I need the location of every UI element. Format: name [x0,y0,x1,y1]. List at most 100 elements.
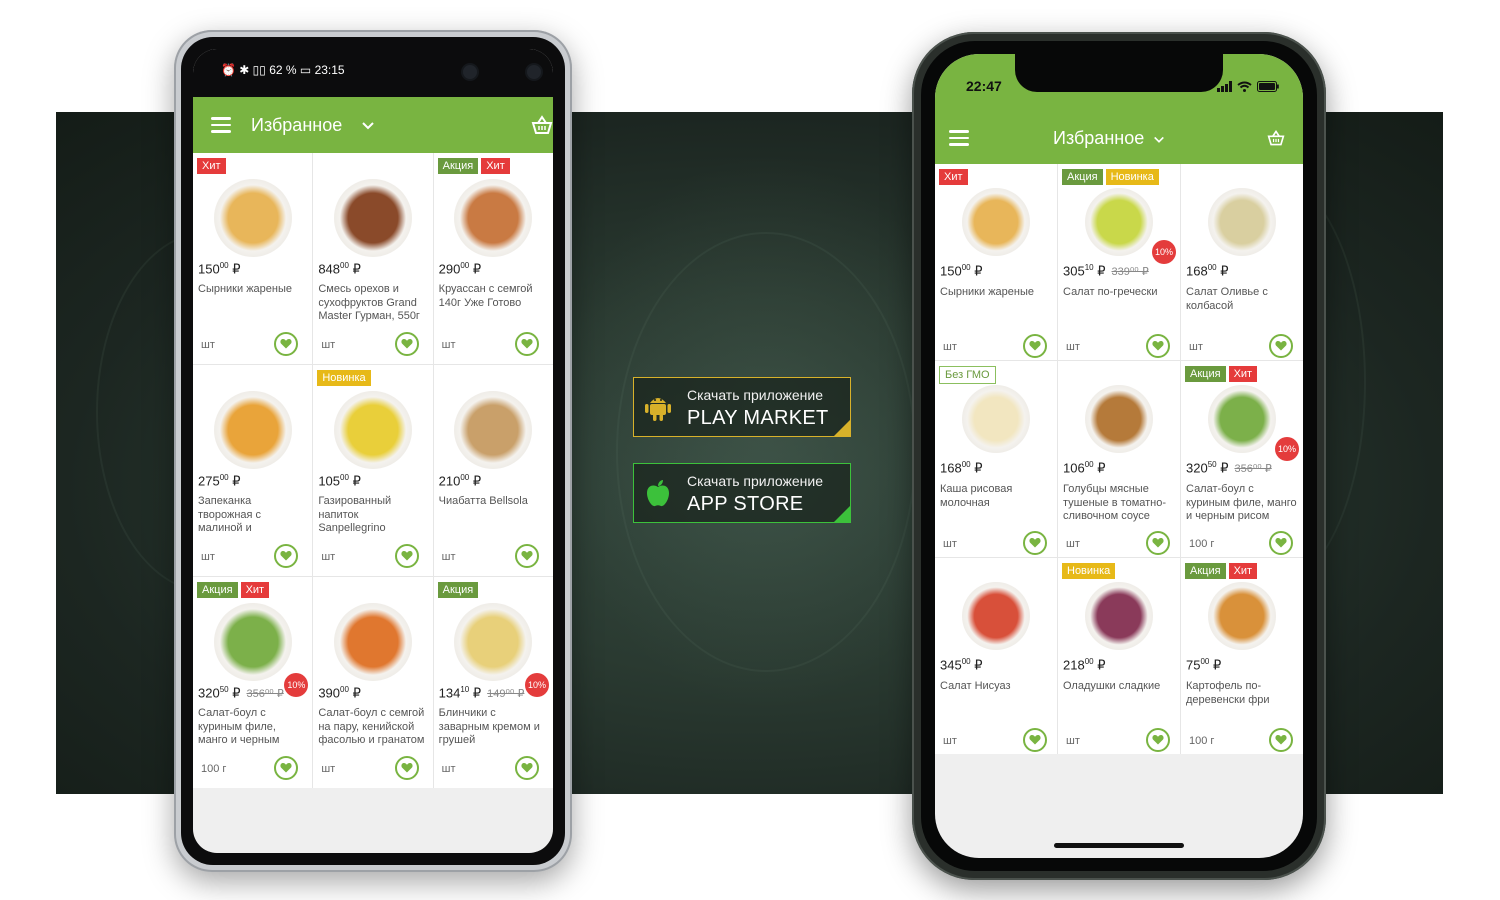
product-card[interactable]: Без ГМО 16800 ₽ Каша рисовая молочная шт [935,361,1057,557]
product-card[interactable]: Акция 10% 13410 ₽149⁰⁰ ₽ Блинчики с заварны… [433,577,553,788]
product-image[interactable] [333,179,412,257]
favorite-heart-icon[interactable] [274,544,299,568]
product-card[interactable]: Акция Хит 10% 32050 ₽356⁰⁰ ₽ Салат-боул с ку… [193,577,313,788]
product-image[interactable] [213,391,292,469]
product-name[interactable]: Блинчики с заварным кремом и грушей [439,707,547,748]
product-name[interactable]: Чиабатта Bellsola [439,495,547,509]
product-image[interactable] [454,391,533,469]
product-image[interactable] [333,603,412,681]
product-card[interactable]: Акция Хит 29000 ₽ Круассан с семгой 140г Уж… [433,153,553,364]
product-image[interactable] [1208,582,1276,650]
price-main: 848 [318,261,341,277]
product-unit: шт [201,339,215,351]
page-title[interactable]: Избранное [1053,128,1144,149]
product-image[interactable] [1085,385,1153,453]
product-card[interactable]: 21000 ₽ Чиабатта Bellsola шт [433,365,553,576]
favorite-heart-icon[interactable] [394,756,419,780]
product-badge: Акция [437,582,479,598]
favorite-heart-icon[interactable] [515,756,539,780]
product-name[interactable]: Каша рисовая молочная [940,483,1051,510]
product-image[interactable] [213,603,292,681]
play-market-button[interactable]: Скачать приложение PLAY MARKET [633,377,851,437]
product-name[interactable]: Картофель по-деревенски фри [1186,680,1297,707]
favorite-heart-icon[interactable] [1146,531,1170,555]
product-unit: 100 г [1189,735,1215,747]
favorite-heart-icon[interactable] [515,332,539,356]
product-image[interactable] [962,188,1030,256]
product-name[interactable]: Салат по-гречески [1063,286,1174,300]
basket-icon[interactable] [1267,128,1285,148]
product-unit: шт [441,551,456,563]
product-unit: шт [441,339,456,351]
old-price: 356⁰⁰ ₽ [246,688,284,701]
hamburger-menu-icon[interactable] [949,130,969,146]
favorite-heart-icon[interactable] [1146,728,1170,752]
favorite-heart-icon[interactable] [1023,334,1047,358]
product-card[interactable]: Акция Новинка 10% 30510 ₽339⁰⁰ ₽ Салат по-гр… [1058,164,1180,360]
product-name[interactable]: Смесь орехов и сухофруктов Grand Master … [318,283,426,324]
price-cents: 00 [1207,263,1217,272]
product-card[interactable]: 34500 ₽ Салат Нисуаз шт [935,558,1057,754]
product-name[interactable]: Оладушки сладкие [1063,680,1174,694]
product-name[interactable]: Салат-боул с куриным филе, манго и черны… [198,707,306,748]
favorite-heart-icon[interactable] [394,332,419,356]
product-image[interactable] [962,582,1030,650]
product-image[interactable] [454,603,533,681]
product-image[interactable] [333,391,412,469]
chevron-down-icon[interactable] [361,121,375,131]
favorite-heart-icon[interactable] [1023,531,1047,555]
price-cents: 10 [460,685,470,694]
product-badge: Акция [1185,563,1226,579]
product-image[interactable] [1085,188,1153,256]
app-store-button[interactable]: Скачать приложение APP STORE [633,463,851,523]
price-currency: ₽ [974,657,983,673]
product-image[interactable] [1208,385,1276,453]
product-image[interactable] [454,179,533,257]
product-card[interactable]: Хит 15000 ₽ Сырники жареные шт [193,153,313,364]
stage: Скачать приложение PLAY MARKET Скачать п… [0,0,1500,900]
product-name[interactable]: Сырники жареные [940,286,1051,300]
decor-leaf [616,232,916,672]
product-card[interactable]: 84800 ₽ Смесь орехов и сухофруктов Grand … [313,153,433,364]
favorite-heart-icon[interactable] [1023,728,1047,752]
product-image[interactable] [1085,582,1153,650]
favorite-heart-icon[interactable] [274,332,299,356]
product-card[interactable]: 16800 ₽ Салат Оливье с колбасой шт [1181,164,1303,360]
product-name[interactable]: Голубцы мясные тушеные в томатно-сливочн… [1063,483,1174,524]
product-name[interactable]: Сырники жареные [198,283,306,297]
product-name[interactable]: Газированный напиток Sanpellegrino [318,495,426,536]
product-card[interactable]: Новинка 21800 ₽ Оладушки сладкие шт [1058,558,1180,754]
product-image[interactable] [962,385,1030,453]
chevron-down-icon[interactable] [1153,135,1165,145]
price-currency: ₽ [352,685,361,701]
product-name[interactable]: Круассан с семгой 140г Уже Готово [439,283,547,310]
product-card[interactable]: Акция Хит 7500 ₽ Картофель по-деревенски фр… [1181,558,1303,754]
product-name[interactable]: Салат Оливье с колбасой [1186,286,1297,313]
basket-icon[interactable] [531,115,553,135]
product-card[interactable]: Новинка 10500 ₽ Газированный напиток Sanpe… [313,365,433,576]
discount-badge: 10% [1152,240,1176,264]
product-card[interactable]: 10600 ₽ Голубцы мясные тушеные в томатно-… [1058,361,1180,557]
favorite-heart-icon[interactable] [1269,531,1293,555]
product-unit: шт [201,551,215,563]
product-card[interactable]: Акция Хит 10% 32050 ₽356⁰⁰ ₽ Салат-боул с ку… [1181,361,1303,557]
product-name[interactable]: Запеканка творожная с малиной и [198,495,306,536]
favorite-heart-icon[interactable] [1269,334,1293,358]
product-card[interactable]: 27500 ₽ Запеканка творожная с малиной и шт [193,365,313,576]
product-card[interactable]: 39000 ₽ Салат-боул с семгой на пару, кени… [313,577,433,788]
product-image[interactable] [1208,188,1276,256]
favorite-heart-icon[interactable] [394,544,419,568]
product-unit: 100 г [201,763,227,775]
favorite-heart-icon[interactable] [1269,728,1293,752]
favorite-heart-icon[interactable] [1146,334,1170,358]
hamburger-menu-icon[interactable] [211,117,231,133]
favorite-heart-icon[interactable] [274,756,299,780]
price-currency: ₽ [1097,460,1106,476]
product-name[interactable]: Салат-боул с семгой на пару, кенийской ф… [318,707,426,748]
favorite-heart-icon[interactable] [515,544,539,568]
product-card[interactable]: Хит 15000 ₽ Сырники жареные шт [935,164,1057,360]
product-name[interactable]: Салат Нисуаз [940,680,1051,694]
product-name[interactable]: Салат-боул с куриным филе, манго и черны… [1186,483,1297,524]
product-image[interactable] [213,179,292,257]
page-title[interactable]: Избранное [251,115,342,136]
